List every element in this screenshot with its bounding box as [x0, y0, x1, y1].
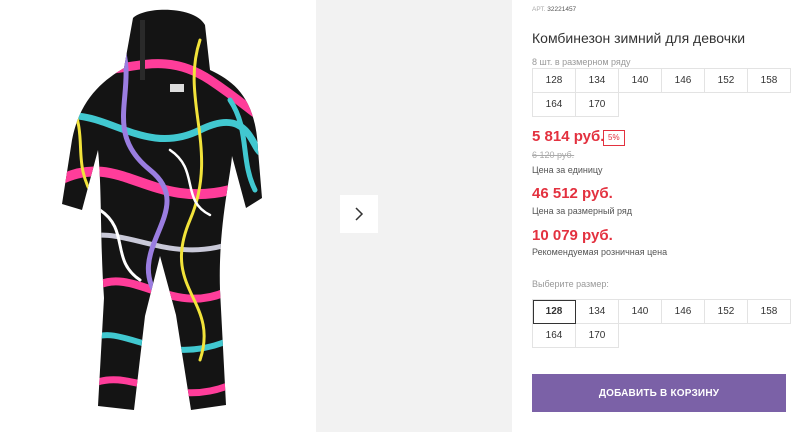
size-row-item: 164	[533, 93, 576, 117]
size-select-label: Выберите размер:	[532, 279, 609, 289]
size-row-item: 170	[576, 93, 619, 117]
size-select-grid: 128 134 140 146 152 158 164 170	[532, 299, 791, 348]
size-row-item: 140	[619, 69, 662, 93]
chevron-right-icon	[355, 207, 364, 221]
size-option-164[interactable]: 164	[533, 324, 576, 348]
sku-label: АРТ.	[532, 6, 546, 13]
old-price: 6 120 руб.	[532, 150, 575, 160]
size-option-170[interactable]: 170	[576, 324, 619, 348]
row-price-label: Цена за размерный ряд	[532, 206, 633, 216]
sku: АРТ. 32221457	[532, 6, 576, 13]
size-row-note: 8 шт. в размерном ряду	[532, 57, 631, 67]
size-row-item: 128	[533, 69, 576, 93]
retail-price-label: Рекомендуемая розничная цена	[532, 247, 668, 257]
add-to-cart-button[interactable]: ДОБАВИТЬ В КОРЗИНУ	[532, 374, 786, 412]
size-row-item: 134	[576, 69, 619, 93]
unit-price-label: Цена за единицу	[532, 165, 603, 175]
unit-price: 5 814 руб.	[532, 128, 605, 145]
sku-value: 32221457	[547, 6, 577, 13]
size-row-grid: 128 134 140 146 152 158 164 170	[532, 68, 791, 117]
size-option-140[interactable]: 140	[619, 300, 662, 324]
jumpsuit-image	[62, 9, 262, 411]
product-image-main[interactable]	[0, 0, 300, 432]
retail-price: 10 079 руб.	[532, 227, 613, 244]
discount-badge: 5%	[603, 130, 625, 146]
product-title: Комбинезон зимний для девочки	[532, 30, 746, 46]
size-option-134[interactable]: 134	[576, 300, 619, 324]
size-option-128[interactable]: 128	[533, 300, 576, 324]
size-option-158[interactable]: 158	[748, 300, 791, 324]
gallery-next-button[interactable]	[340, 195, 378, 233]
size-option-146[interactable]: 146	[662, 300, 705, 324]
size-row-item: 158	[748, 69, 791, 93]
row-price: 46 512 руб.	[532, 185, 613, 202]
size-row-item: 152	[705, 69, 748, 93]
size-row-item: 146	[662, 69, 705, 93]
size-option-152[interactable]: 152	[705, 300, 748, 324]
